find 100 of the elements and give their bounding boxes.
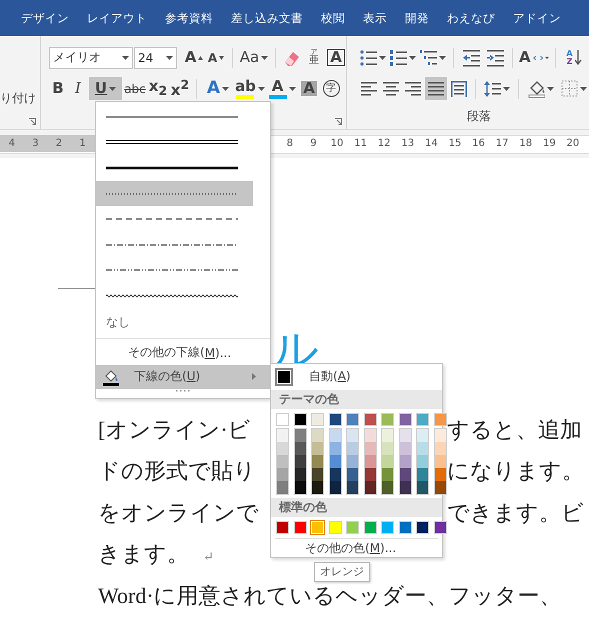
- color-swatch[interactable]: [364, 481, 376, 494]
- ribbon-tab[interactable]: デザイン: [12, 0, 78, 36]
- sort-button[interactable]: A Z: [562, 46, 586, 69]
- color-swatch[interactable]: [417, 455, 428, 468]
- color-swatch[interactable]: [311, 413, 324, 426]
- color-swatch[interactable]: [330, 442, 340, 455]
- no-underline-option[interactable]: なし: [96, 308, 253, 336]
- ribbon-tab[interactable]: 表示: [354, 0, 396, 36]
- highlight-button[interactable]: ab: [235, 77, 265, 100]
- color-swatch[interactable]: [330, 481, 340, 494]
- color-swatch[interactable]: [416, 413, 429, 426]
- color-swatch[interactable]: [364, 468, 376, 481]
- color-swatch[interactable]: [347, 429, 358, 442]
- color-swatch[interactable]: [346, 521, 359, 534]
- color-swatch[interactable]: [294, 413, 306, 426]
- more-colors-item[interactable]: その他の色(M)...: [271, 539, 442, 557]
- character-border-button[interactable]: A: [326, 46, 346, 69]
- color-swatch[interactable]: [364, 429, 376, 442]
- color-swatch[interactable]: [346, 413, 359, 426]
- color-swatch[interactable]: [416, 521, 429, 534]
- color-swatch[interactable]: [277, 481, 288, 494]
- color-swatch[interactable]: [312, 429, 323, 442]
- color-swatch[interactable]: [417, 481, 428, 494]
- color-swatch[interactable]: [382, 455, 393, 468]
- color-swatch[interactable]: [434, 481, 446, 494]
- automatic-color-item[interactable]: 自動(A): [271, 364, 442, 389]
- color-swatch[interactable]: [434, 521, 446, 534]
- text-effects-button[interactable]: A: [203, 77, 233, 100]
- color-swatch[interactable]: [347, 442, 358, 455]
- color-swatch[interactable]: [294, 429, 306, 442]
- color-swatch[interactable]: [328, 413, 342, 426]
- color-swatch[interactable]: [434, 429, 446, 442]
- color-swatch[interactable]: [417, 468, 428, 481]
- color-swatch[interactable]: [400, 429, 410, 442]
- color-swatch[interactable]: [434, 468, 446, 481]
- color-swatch[interactable]: [277, 442, 288, 455]
- color-swatch[interactable]: [364, 455, 376, 468]
- color-swatch[interactable]: [277, 429, 288, 442]
- color-swatch[interactable]: [434, 455, 446, 468]
- ribbon-tab[interactable]: 参考資料: [156, 0, 222, 36]
- shrink-font-button[interactable]: A: [206, 46, 226, 69]
- resize-grip-icon[interactable]: [175, 388, 191, 392]
- color-swatch[interactable]: [382, 429, 393, 442]
- font-size-field[interactable]: 24: [134, 46, 178, 68]
- underline-button[interactable]: U: [89, 77, 122, 100]
- color-swatch[interactable]: [294, 521, 306, 534]
- ribbon-tab[interactable]: 差し込み文書: [222, 0, 312, 36]
- color-swatch[interactable]: [330, 429, 340, 442]
- color-swatch[interactable]: [277, 455, 288, 468]
- font-name-field[interactable]: メイリオ: [49, 46, 133, 68]
- color-swatch[interactable]: [330, 455, 340, 468]
- color-swatch[interactable]: [398, 521, 412, 534]
- font-color-button[interactable]: A: [267, 77, 297, 100]
- color-swatch[interactable]: [347, 481, 358, 494]
- color-swatch[interactable]: [417, 429, 428, 442]
- color-swatch[interactable]: [276, 521, 289, 534]
- grow-font-button[interactable]: A: [184, 46, 204, 69]
- subscript-button[interactable]: x$_{2}$: [148, 77, 168, 100]
- color-swatch[interactable]: [312, 455, 323, 468]
- color-swatch[interactable]: [294, 468, 306, 481]
- color-swatch[interactable]: [328, 521, 342, 534]
- ribbon-tab[interactable]: 校閲: [312, 0, 354, 36]
- superscript-button[interactable]: x$^{2}$: [170, 77, 190, 100]
- underline-color-item[interactable]: 下線の色(U): [96, 364, 270, 389]
- color-swatch[interactable]: [312, 468, 323, 481]
- color-swatch[interactable]: [294, 455, 306, 468]
- color-swatch[interactable]: [330, 468, 340, 481]
- color-swatch[interactable]: [364, 413, 376, 426]
- color-swatch[interactable]: [312, 481, 323, 494]
- ribbon-tab[interactable]: わえなび: [438, 0, 504, 36]
- color-swatch[interactable]: [398, 413, 412, 426]
- color-swatch[interactable]: [400, 455, 410, 468]
- color-swatch[interactable]: [294, 442, 306, 455]
- text-direction-button[interactable]: A: [519, 46, 549, 69]
- strikethrough-button[interactable]: abc: [124, 77, 146, 100]
- color-swatch[interactable]: [277, 468, 288, 481]
- italic-button[interactable]: I: [69, 77, 87, 100]
- more-underlines-item[interactable]: その他の下線(M)...: [96, 340, 270, 365]
- color-swatch[interactable]: [417, 442, 428, 455]
- dialog-launcher-icon[interactable]: [335, 118, 342, 125]
- color-swatch[interactable]: [276, 413, 289, 426]
- color-swatch[interactable]: [364, 442, 376, 455]
- dialog-launcher-icon[interactable]: [29, 118, 36, 125]
- color-swatch[interactable]: [381, 413, 394, 426]
- color-swatch[interactable]: [400, 468, 410, 481]
- color-swatch[interactable]: [434, 413, 446, 426]
- change-case-button[interactable]: Aa: [239, 46, 269, 69]
- color-swatch[interactable]: [382, 468, 393, 481]
- ribbon-tab[interactable]: 開発: [396, 0, 438, 36]
- color-swatch[interactable]: [347, 468, 358, 481]
- color-swatch[interactable]: [400, 442, 410, 455]
- color-swatch[interactable]: [382, 481, 393, 494]
- color-swatch[interactable]: [434, 442, 446, 455]
- color-swatch[interactable]: [294, 481, 306, 494]
- color-swatch[interactable]: [364, 521, 376, 534]
- bold-button[interactable]: B: [49, 77, 67, 100]
- color-swatch[interactable]: [382, 442, 393, 455]
- color-swatch[interactable]: [347, 455, 358, 468]
- ribbon-tab[interactable]: レイアウト: [78, 0, 156, 36]
- color-swatch[interactable]: [381, 521, 394, 534]
